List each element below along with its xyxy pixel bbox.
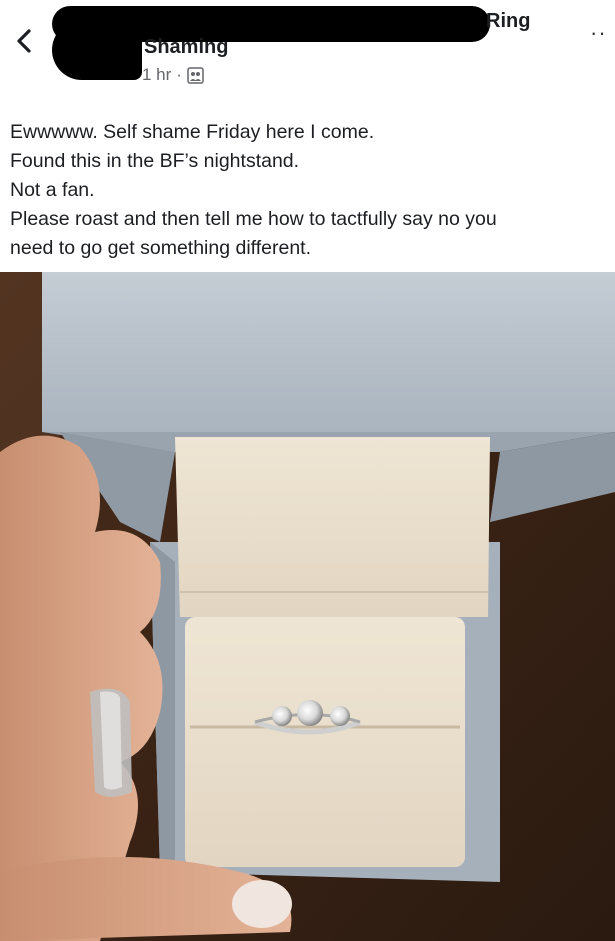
group-name-part2[interactable]: Shaming: [144, 36, 228, 59]
more-options-icon[interactable]: ··: [590, 20, 607, 46]
post-line: Found this in the BF’s nightstand.: [10, 150, 300, 172]
chevron-left-icon[interactable]: [12, 26, 36, 56]
ring-box-photo[interactable]: [0, 272, 615, 941]
post-line: Please roast and then tell me how to tac…: [10, 208, 497, 230]
post-body: Ewwwww. Self shame Friday here I come. F…: [10, 118, 610, 263]
timestamp[interactable]: 1 hr: [142, 65, 171, 85]
group-privacy-icon: [187, 66, 204, 84]
redaction-blob: [52, 20, 142, 80]
post-header: Ring Shaming ·· 1 hr ·: [0, 0, 615, 100]
photo-illustration: [0, 272, 615, 941]
post-line: Ewwwww. Self shame Friday here I come.: [10, 121, 375, 143]
post-line: need to go get something different.: [10, 237, 312, 259]
post-meta: 1 hr ·: [142, 65, 204, 85]
separator: ·: [176, 65, 182, 84]
post-line: Not a fan.: [10, 179, 95, 201]
group-name-part1[interactable]: Ring: [486, 10, 530, 33]
